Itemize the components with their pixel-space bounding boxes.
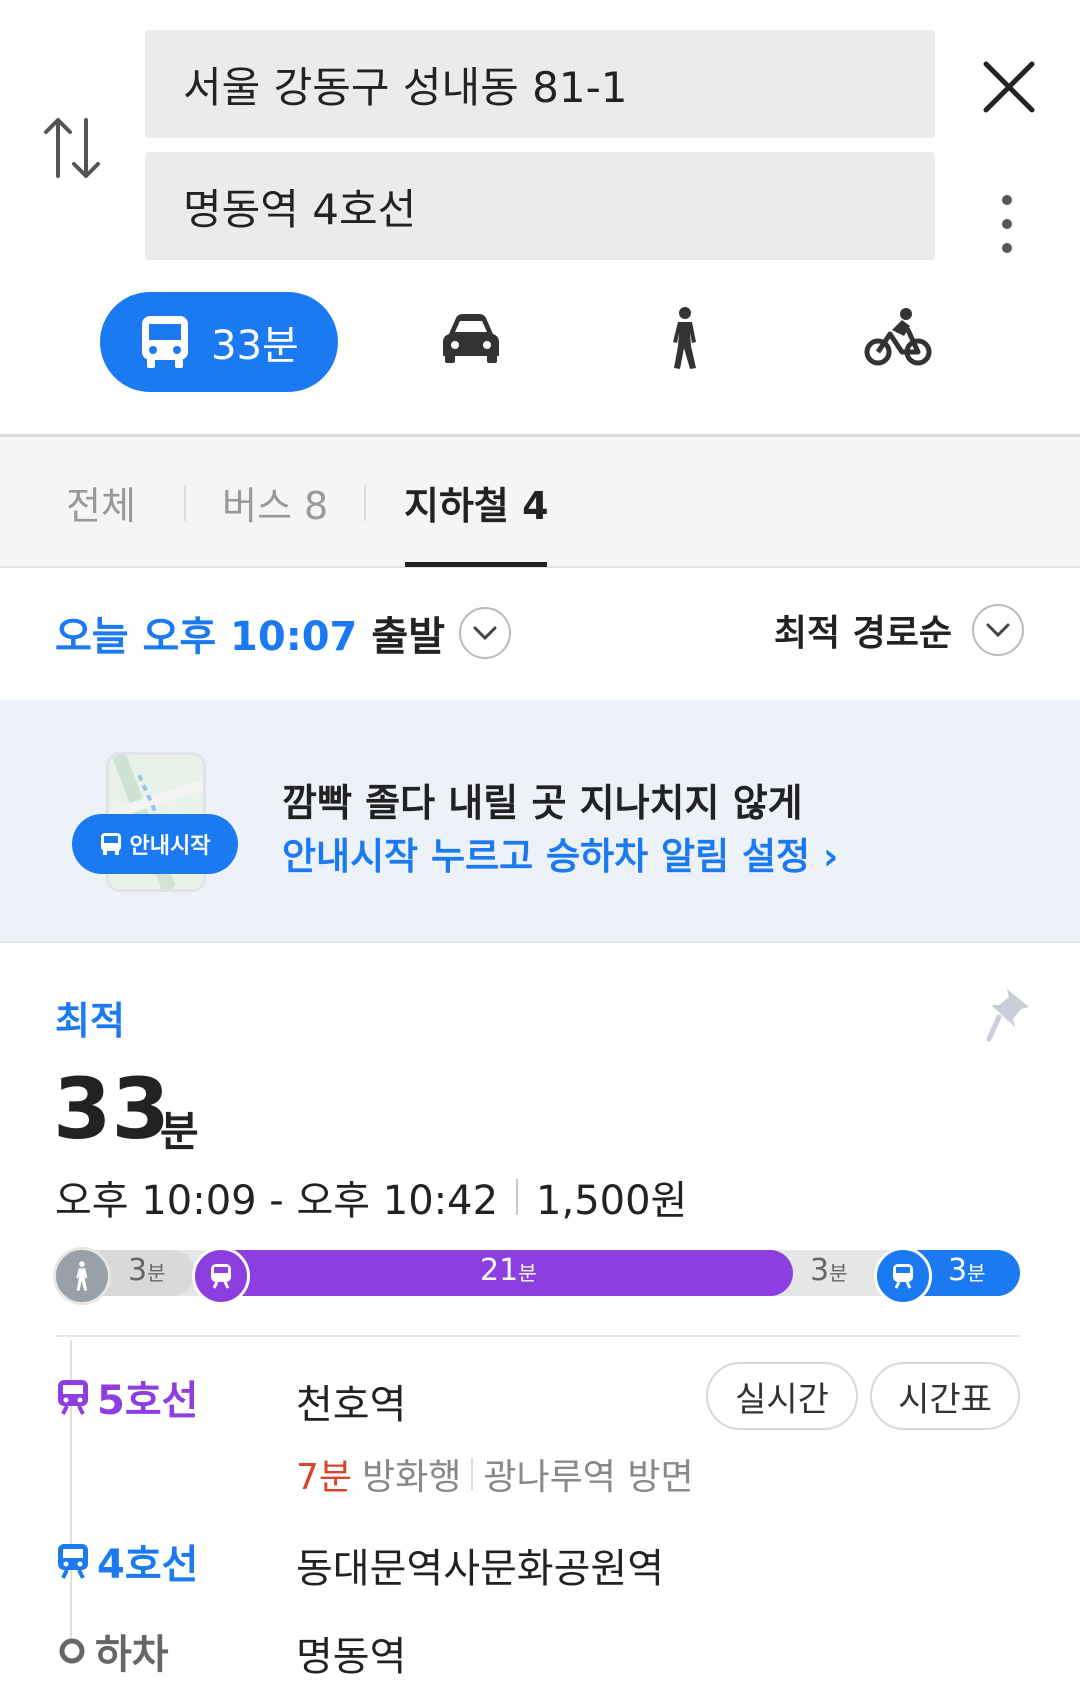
chevron-right-icon: › bbox=[822, 835, 839, 878]
chevron-down-icon bbox=[972, 604, 1024, 656]
tab-subway[interactable]: 지하철 4 bbox=[404, 437, 549, 568]
boarding-station: 천호역 bbox=[296, 1382, 407, 1428]
step-alight: 하차 bbox=[55, 1622, 169, 1680]
step-line4: 4호선 bbox=[55, 1532, 198, 1590]
swap-icon[interactable] bbox=[38, 108, 108, 188]
divider bbox=[516, 1179, 519, 1215]
subway-icon bbox=[58, 1544, 88, 1579]
route-times: 오후 10:09 - 오후 10:42 1,500원 bbox=[55, 1178, 688, 1224]
pin-icon[interactable] bbox=[985, 985, 1033, 1043]
chevron-down-icon bbox=[459, 607, 511, 659]
sort-selector[interactable]: 최적 경로순 bbox=[774, 604, 1024, 656]
departure-time-selector[interactable]: 오늘 오후 10:07 출발 bbox=[55, 604, 511, 662]
car-icon[interactable] bbox=[441, 312, 501, 364]
tab-all[interactable]: 전체 bbox=[66, 437, 136, 568]
subway-duration-label: 21분 bbox=[480, 1253, 537, 1288]
banner-link[interactable]: 안내시작 누르고 승하차 알림 설정 › bbox=[282, 826, 838, 880]
divider bbox=[471, 1458, 474, 1490]
transfer-station: 동대문역사문화공원역 bbox=[296, 1546, 664, 1592]
tab-bus[interactable]: 버스 8 bbox=[222, 437, 328, 568]
alight-dot-icon bbox=[59, 1638, 85, 1664]
divider bbox=[55, 1335, 1020, 1337]
walk-duration-label: 3분 bbox=[128, 1253, 166, 1288]
tab-divider bbox=[364, 485, 366, 521]
bicycle-icon[interactable] bbox=[864, 306, 932, 368]
bus-duration-label: 3분 bbox=[948, 1253, 986, 1288]
origin-field[interactable]: 서울 강동구 성내동 81-1 bbox=[145, 30, 935, 138]
mode-transit-button[interactable]: 33분 bbox=[100, 292, 338, 392]
bus-icon bbox=[874, 1247, 932, 1305]
walk-duration-label: 3분 bbox=[810, 1253, 848, 1288]
banner-title: 깜빡 졸다 내릴 곳 지나치지 않게 bbox=[282, 781, 803, 825]
destination-field[interactable]: 명동역 4호선 bbox=[145, 152, 935, 260]
alight-station: 명동역 bbox=[296, 1634, 407, 1680]
route-duration: 33 bbox=[53, 1060, 170, 1158]
bus-icon bbox=[142, 316, 189, 368]
walk-icon[interactable] bbox=[664, 306, 706, 370]
timetable-button[interactable]: 시간표 bbox=[870, 1362, 1020, 1430]
start-guide-pill: 안내시작 bbox=[72, 814, 238, 874]
arrival-info: 7분 방화행 광나루역 방면 bbox=[296, 1457, 694, 1498]
route-duration-unit: 분 bbox=[160, 1107, 199, 1156]
realtime-button[interactable]: 실시간 bbox=[706, 1362, 858, 1430]
more-options-icon[interactable] bbox=[995, 192, 1019, 256]
subway-icon bbox=[58, 1380, 88, 1415]
close-icon[interactable] bbox=[980, 58, 1038, 116]
tab-divider bbox=[184, 485, 186, 521]
walk-icon bbox=[53, 1247, 111, 1305]
active-tab-indicator bbox=[405, 562, 547, 567]
best-route-badge: 최적 bbox=[55, 999, 125, 1043]
filter-tabs: 전체 버스 8 지하철 4 bbox=[0, 434, 1080, 568]
step-line5: 5호선 bbox=[55, 1368, 198, 1426]
subway-icon bbox=[192, 1247, 250, 1305]
bus-icon bbox=[100, 833, 121, 855]
